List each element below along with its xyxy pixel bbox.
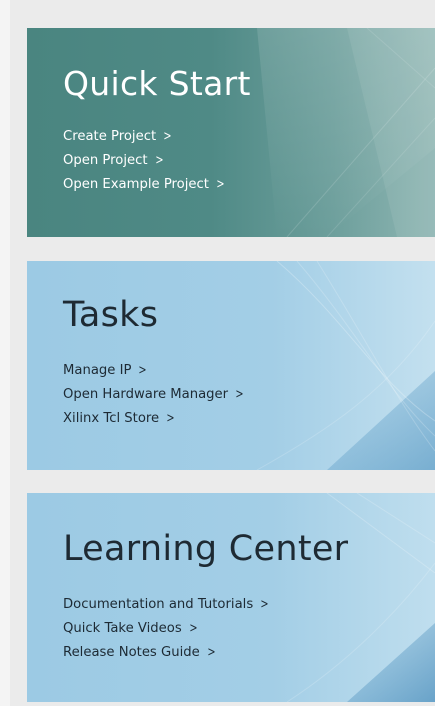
release-notes-guide-link[interactable]: Release Notes Guide > <box>63 640 270 664</box>
chevron-right-icon: > <box>166 410 175 426</box>
link-label: Quick Take Videos <box>63 620 182 636</box>
tasks-title: Tasks <box>63 295 159 335</box>
manage-ip-link[interactable]: Manage IP > <box>63 358 245 382</box>
link-label: Open Example Project <box>63 176 209 192</box>
quick-start-title: Quick Start <box>63 64 251 103</box>
tasks-links: Manage IP > Open Hardware Manager > Xili… <box>63 358 245 430</box>
link-label: Open Hardware Manager <box>63 386 229 402</box>
link-label: Create Project <box>63 128 157 144</box>
quick-start-panel: Quick Start Create Project > Open Projec… <box>27 28 435 237</box>
learning-center-title: Learning Center <box>63 529 349 569</box>
chevron-right-icon: > <box>216 176 225 192</box>
learning-center-links: Documentation and Tutorials > Quick Take… <box>63 592 270 664</box>
link-label: Release Notes Guide <box>63 644 200 660</box>
open-example-project-link[interactable]: Open Example Project > <box>63 172 226 196</box>
welcome-page: Quick Start Create Project > Open Projec… <box>0 0 435 706</box>
chevron-right-icon: > <box>138 362 147 378</box>
link-label: Xilinx Tcl Store <box>63 410 160 426</box>
chevron-right-icon: > <box>163 128 172 144</box>
link-label: Open Project <box>63 152 148 168</box>
link-label: Documentation and Tutorials <box>63 596 254 612</box>
documentation-and-tutorials-link[interactable]: Documentation and Tutorials > <box>63 592 270 616</box>
quick-take-videos-link[interactable]: Quick Take Videos > <box>63 616 270 640</box>
chevron-right-icon: > <box>154 152 164 168</box>
chevron-right-icon: > <box>207 644 216 660</box>
link-label: Manage IP <box>63 362 132 378</box>
tasks-panel: Tasks Manage IP > Open Hardware Manager … <box>27 261 435 470</box>
create-project-link[interactable]: Create Project > <box>63 124 226 148</box>
open-project-link[interactable]: Open Project > <box>63 148 226 172</box>
xilinx-tcl-store-link[interactable]: Xilinx Tcl Store > <box>63 406 245 430</box>
quick-start-links: Create Project > Open Project > Open Exa… <box>63 124 226 196</box>
learning-center-panel: Learning Center Documentation and Tutori… <box>27 493 435 702</box>
chevron-right-icon: > <box>189 620 198 636</box>
open-hardware-manager-link[interactable]: Open Hardware Manager > <box>63 382 245 406</box>
left-margin <box>0 0 10 706</box>
chevron-right-icon: > <box>260 596 269 612</box>
chevron-right-icon: > <box>235 386 244 402</box>
